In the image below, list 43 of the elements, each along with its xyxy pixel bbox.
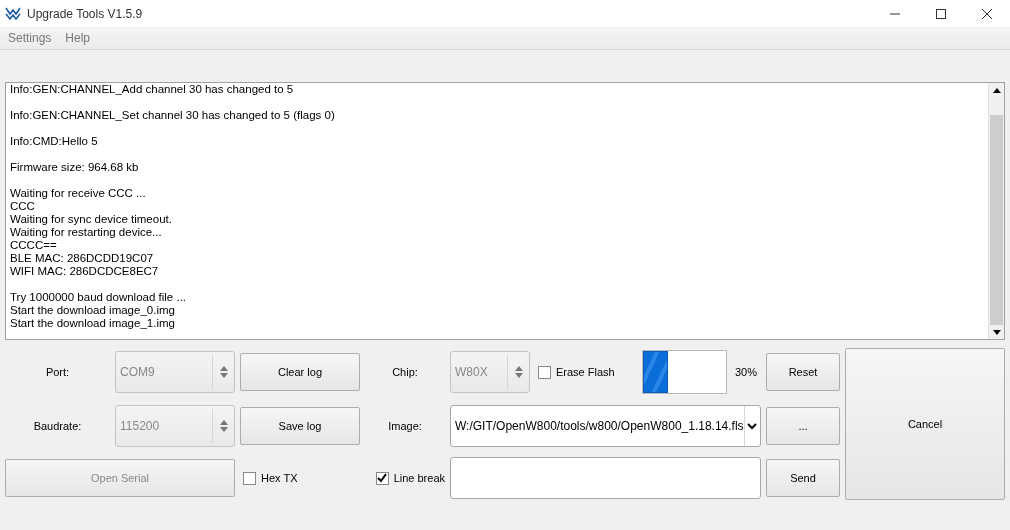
scrollbar[interactable] [988,83,1004,339]
log-line: BLE MAC: 286DCDD19C07 [10,252,155,265]
erase-flash-checkbox[interactable] [538,365,551,379]
clear-log-button[interactable]: Clear log [240,353,360,391]
log-line: Waiting for restarting device... [10,226,163,239]
scroll-down-icon[interactable] [993,329,1001,335]
image-label: Image: [388,418,422,434]
log-line: Info:CMD:Hello 5 [10,135,99,148]
log-line: Info:GEN:CHANNEL_Set channel 30 has changed to 5 (flags 0) [10,109,336,122]
log-line: Info:GEN:CHANNEL_Add channel 30 has changed to 5 [10,83,295,96]
scroll-up-icon[interactable] [993,87,1001,93]
dropdown-chevron-icon[interactable] [743,406,760,446]
browse-button[interactable]: ... [766,407,840,445]
log-line: Waiting for sync device timeout. [10,213,173,226]
checkbox-label: Line break [393,470,445,486]
port-label: Port: [45,364,70,380]
send-button[interactable]: Send [766,459,840,497]
cancel-button[interactable]: Cancel [845,348,1005,500]
log-line: Firmware size: 964.68 kb [10,161,140,174]
menu-item[interactable]: Settings [4,29,56,47]
log-line: CCC [10,200,36,213]
close-icon[interactable] [982,8,992,19]
reset-button[interactable]: Reset [766,353,840,391]
menu-item[interactable]: Help [61,29,95,47]
baudrate-label: Baudrate: [33,418,82,434]
maximize-icon[interactable] [936,8,946,19]
log-line: WIFI MAC: 286DCDCE8EC7 [10,265,160,278]
window-title: Upgrade Tools V1.5.9 [27,5,143,23]
log-line: Start the download image_0.img [10,304,176,317]
hex-tx-checkbox[interactable] [243,471,256,485]
log-line: Try 1000000 baud download file ... [10,291,188,304]
chip-label: Chip: [392,364,418,380]
log-line: CCCC== [10,239,58,252]
line-break-checkbox[interactable] [375,471,389,485]
checkbox-label: Erase Flash [556,364,615,380]
save-log-button[interactable]: Save log [240,407,360,445]
log-line: Waiting for receive CCC ... [10,187,147,200]
progress-reading: 30% [735,364,758,380]
checkbox-label: Hex TX [261,470,298,486]
app-logo-icon [5,6,21,21]
image-path-combo[interactable]: W:/GIT/OpenW800/tools/w800/OpenW800_1.18.14.fls [450,405,761,447]
send-input-field[interactable] [450,457,761,499]
log-line: Start the download image_1.img [10,317,176,330]
